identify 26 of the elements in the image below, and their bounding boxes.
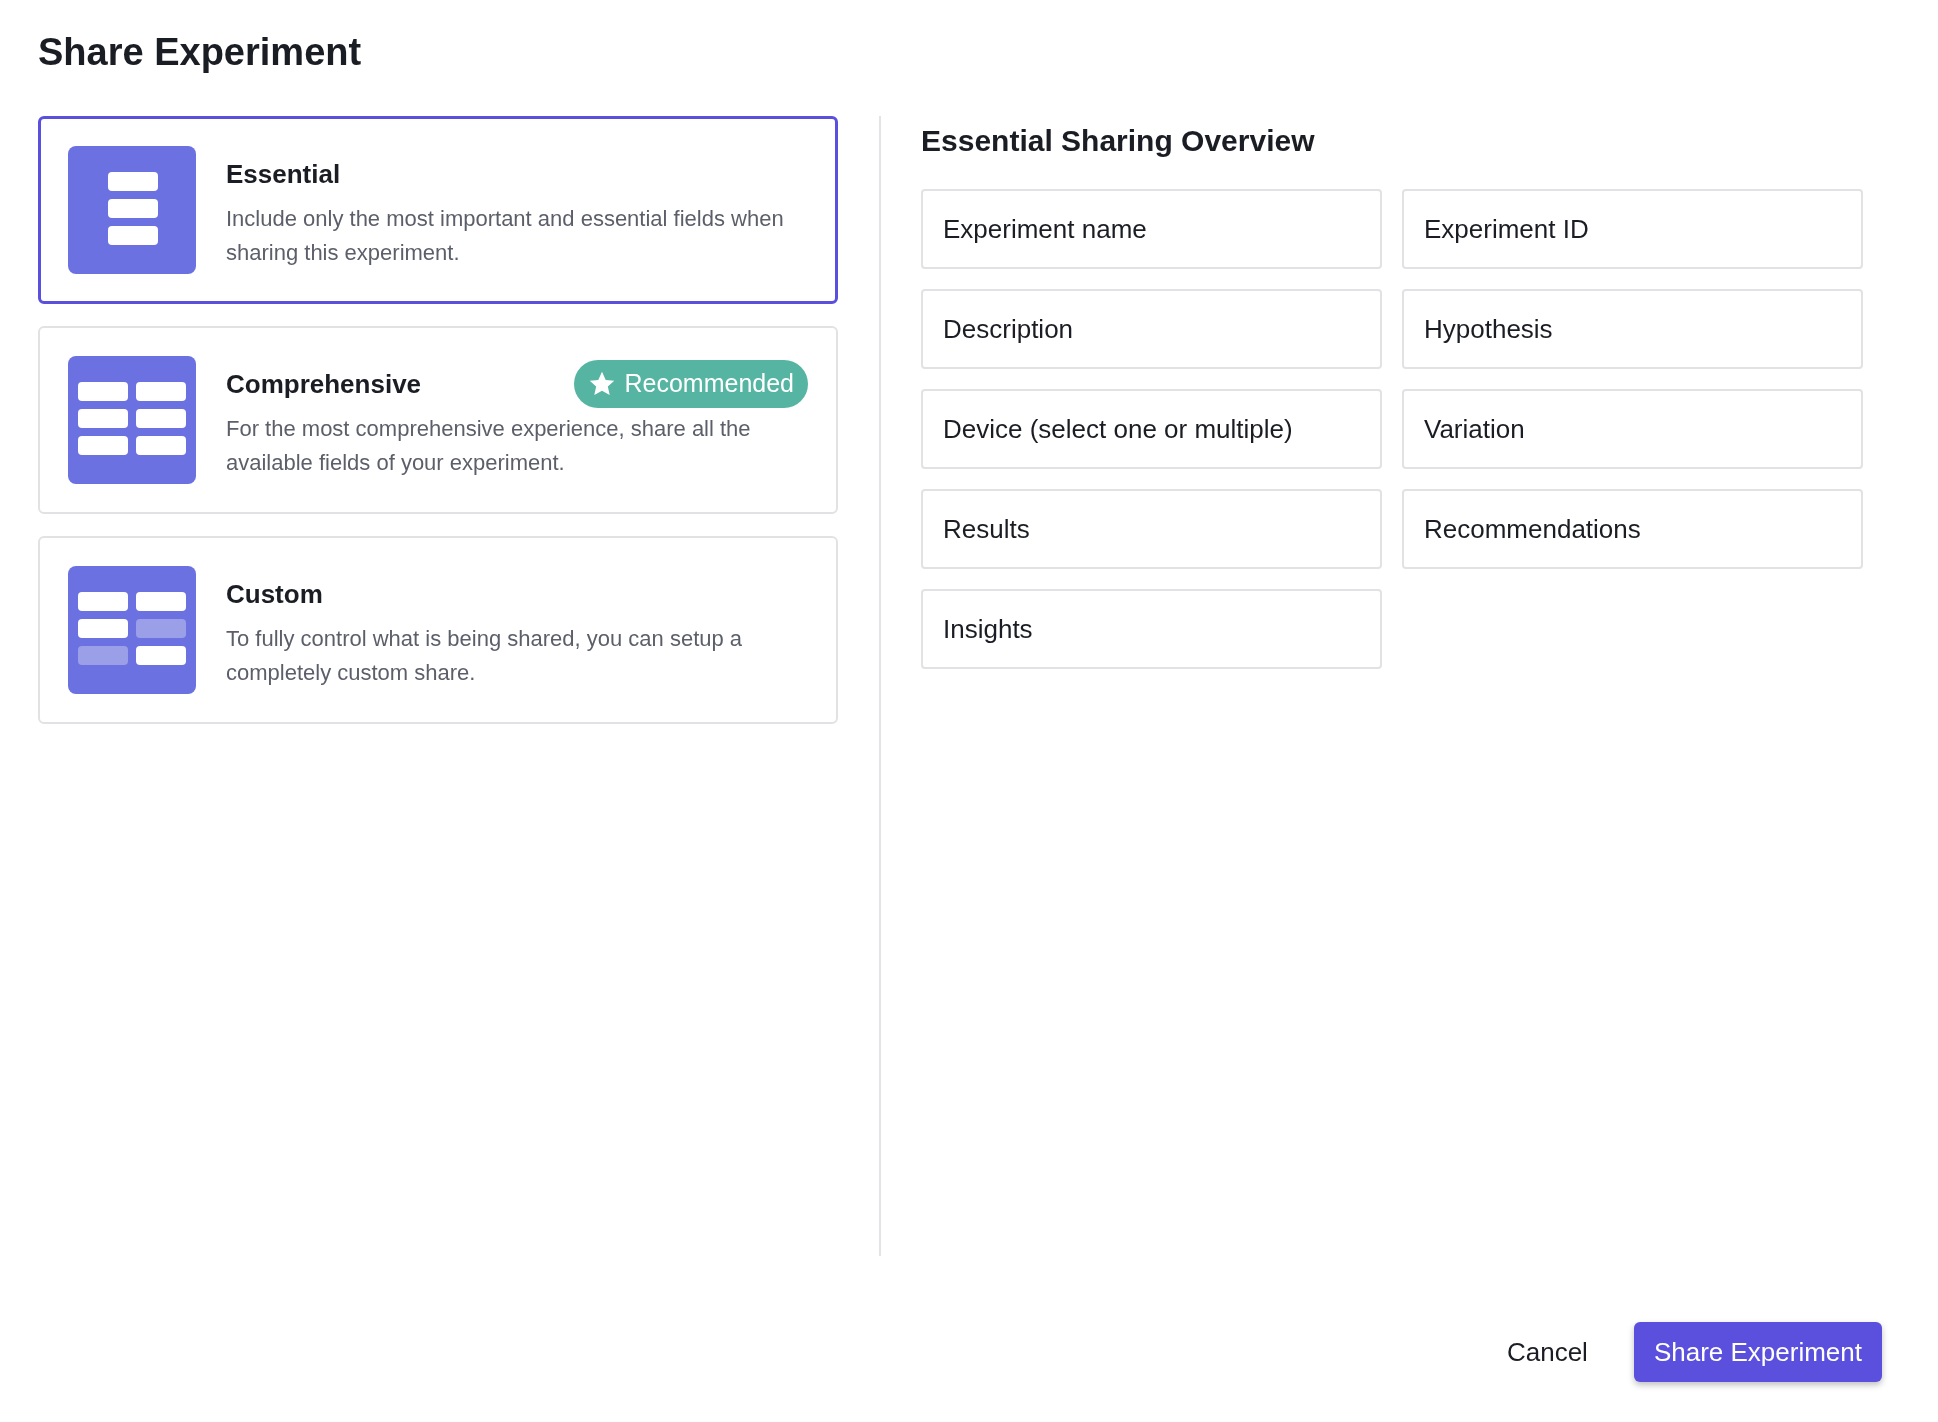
field-tile: Variation <box>1402 389 1863 469</box>
field-tile: Results <box>921 489 1382 569</box>
field-tile: Device (select one or multiple) <box>921 389 1382 469</box>
recommended-badge: Recommended <box>574 360 808 408</box>
field-tile: Insights <box>921 589 1382 669</box>
table-layout-icon <box>68 356 196 484</box>
overview-heading: Essential Sharing Overview <box>921 123 1316 159</box>
cancel-button[interactable]: Cancel <box>1498 1322 1596 1382</box>
dialog-title: Share Experiment <box>38 30 363 74</box>
field-tile: Experiment name <box>921 189 1382 269</box>
table-layout-icon <box>68 566 196 694</box>
field-tile: Recommendations <box>1402 489 1863 569</box>
option-title: Essential <box>226 157 341 191</box>
field-tile: Experiment ID <box>1402 189 1863 269</box>
option-description: Include only the most important and essential fields when sharing this experiment. <box>226 205 785 267</box>
field-tile: Hypothesis <box>1402 289 1863 369</box>
option-title: Custom <box>226 577 323 611</box>
share-option-card[interactable]: Comprehensive Recommended For the most comprehensive experience, share all the available fields of your experiment. <box>38 326 838 514</box>
share-option-card[interactable]: Custom To fully control what is being shared, you can setup a completely custom share. <box>38 536 838 724</box>
share-option-card[interactable]: Essential Include only the most important and essential fields when sharing this experiment. <box>38 116 838 304</box>
share-experiment-button[interactable]: Share Experiment <box>1633 1322 1882 1382</box>
option-description: For the most comprehensive experience, share all the available fields of your experiment. <box>226 415 752 477</box>
table-layout-icon <box>68 146 196 274</box>
option-title: Comprehensive <box>226 367 422 401</box>
field-tile: Description <box>921 289 1382 369</box>
option-description: To fully control what is being shared, you can setup a completely custom share. <box>226 625 744 687</box>
